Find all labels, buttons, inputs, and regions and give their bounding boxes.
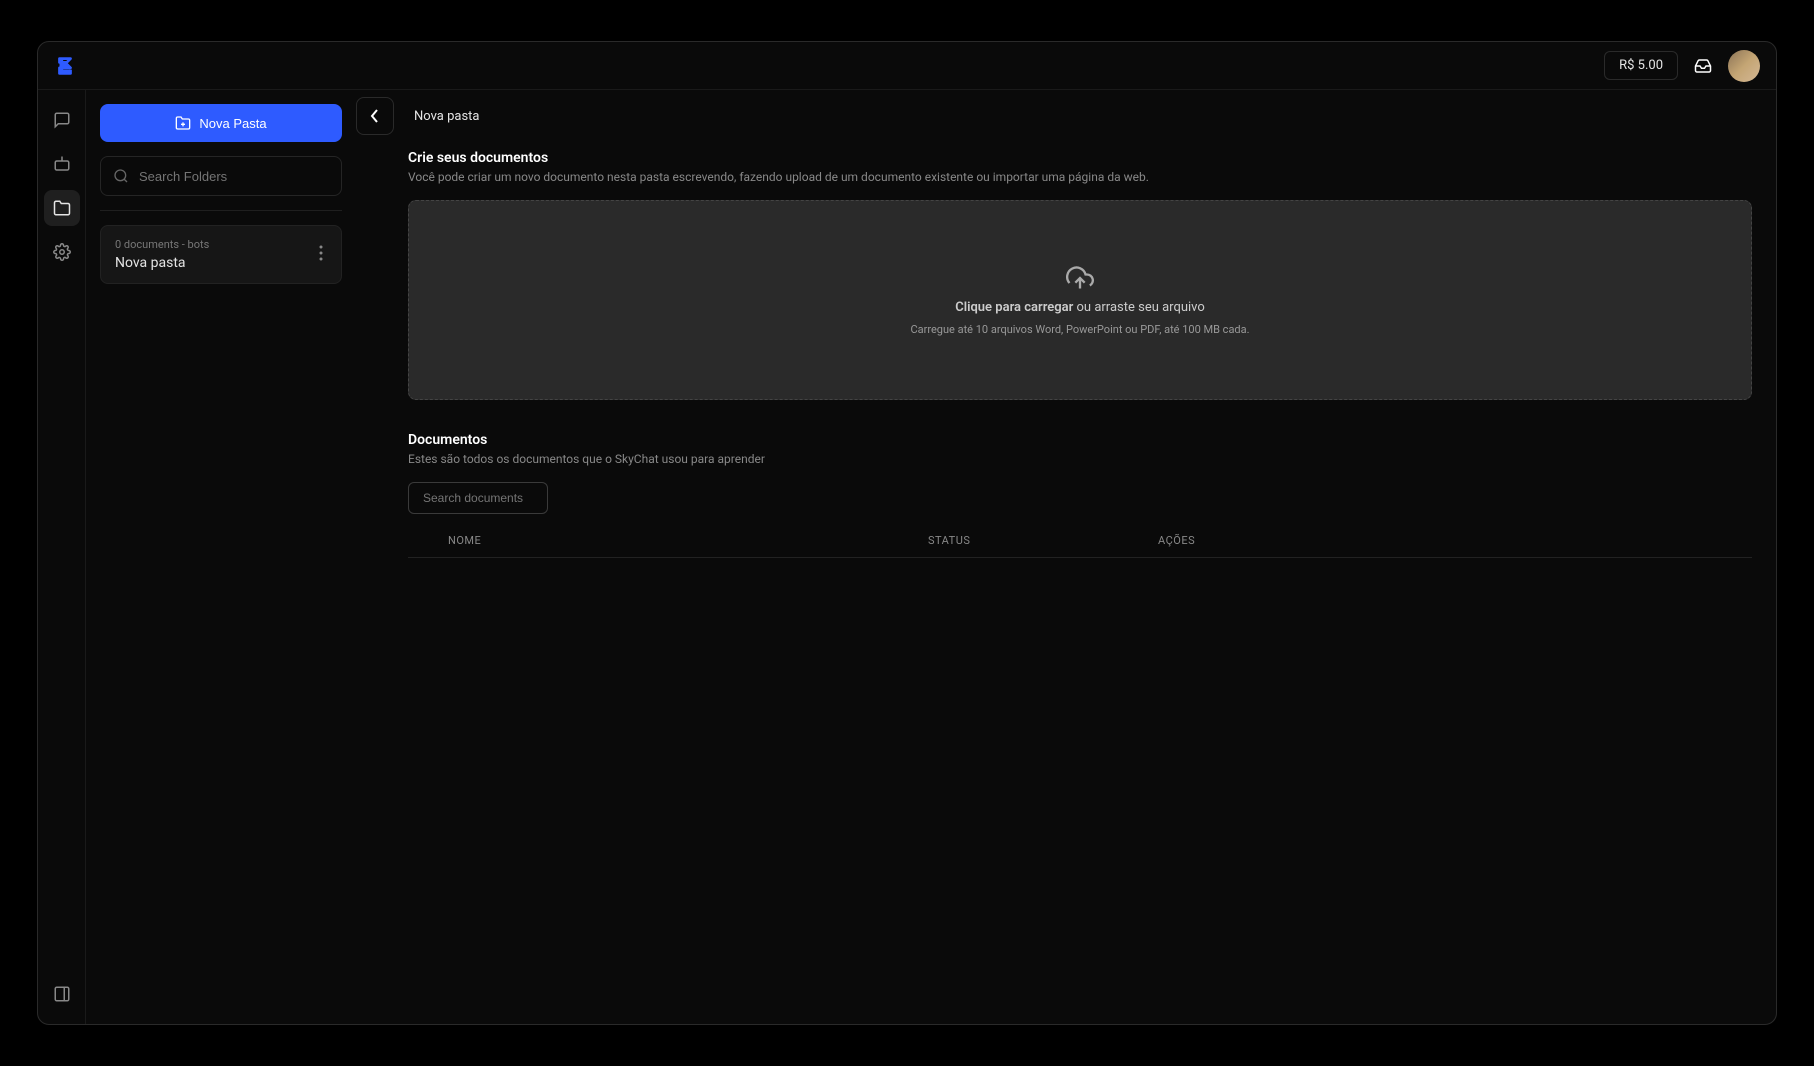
back-button[interactable] [356, 97, 394, 135]
folders-sidebar: Nova Pasta 0 documents - bots Nova pasta [86, 90, 356, 1024]
app-logo[interactable] [54, 55, 76, 77]
topbar: R$ 5.00 [38, 42, 1776, 90]
create-docs-title: Crie seus documentos [408, 150, 1752, 166]
content-header: Nova pasta [356, 90, 1776, 142]
avatar[interactable] [1728, 50, 1760, 82]
new-folder-button[interactable]: Nova Pasta [100, 104, 342, 142]
new-folder-label: Nova Pasta [199, 116, 266, 131]
topbar-right: R$ 5.00 [1604, 50, 1760, 82]
app-body: Nova Pasta 0 documents - bots Nova pasta [38, 90, 1776, 1024]
folder-plus-icon [175, 115, 191, 131]
dropzone-text-secondary: Carregue até 10 arquivos Word, PowerPoin… [910, 323, 1249, 336]
balance-chip[interactable]: R$ 5.00 [1604, 51, 1678, 80]
dropzone-text-primary: Clique para carregar ou arraste seu arqu… [955, 300, 1205, 315]
dropzone-rest: ou arraste seu arquivo [1073, 300, 1205, 315]
breadcrumb: Nova pasta [414, 109, 480, 124]
dots-vertical-icon [319, 245, 323, 261]
docs-title: Documentos [408, 432, 1752, 448]
nav-rail [38, 90, 86, 1024]
divider [100, 210, 342, 211]
create-docs-subtitle: Você pode criar um novo documento nesta … [408, 170, 1752, 184]
upload-dropzone[interactable]: Clique para carregar ou arraste seu arqu… [408, 200, 1752, 400]
folder-search-input[interactable] [139, 169, 329, 184]
folder-more-button[interactable] [315, 241, 327, 269]
app-window: R$ 5.00 [37, 41, 1777, 1025]
main-panel: Crie seus documentos Você pode criar um … [356, 142, 1776, 1024]
nav-chat[interactable] [44, 102, 80, 138]
folder-meta: 0 documents - bots [115, 238, 209, 251]
folder-search-wrap[interactable] [100, 156, 342, 196]
nav-bot[interactable] [44, 146, 80, 182]
folder-item-info: 0 documents - bots Nova pasta [115, 238, 209, 271]
th-status: STATUS [928, 534, 1158, 547]
chevron-left-icon [370, 109, 380, 123]
folder-item[interactable]: 0 documents - bots Nova pasta [100, 225, 342, 284]
nav-folders[interactable] [44, 190, 80, 226]
documents-search-input[interactable] [408, 482, 548, 514]
nav-settings[interactable] [44, 234, 80, 270]
cloud-upload-icon [1066, 264, 1094, 292]
documents-table-header: NOME STATUS AÇÕES [408, 534, 1752, 558]
docs-subtitle: Estes são todos os documentos que o SkyC… [408, 452, 1752, 466]
th-acoes: AÇÕES [1158, 534, 1752, 547]
content-area: Nova pasta Crie seus documentos Você pod… [356, 90, 1776, 1024]
folder-name: Nova pasta [115, 255, 209, 271]
th-nome: NOME [448, 534, 928, 547]
nav-collapse[interactable] [44, 976, 80, 1012]
dropzone-bold: Clique para carregar [955, 300, 1073, 315]
inbox-icon[interactable] [1694, 57, 1712, 75]
search-icon [113, 168, 129, 184]
